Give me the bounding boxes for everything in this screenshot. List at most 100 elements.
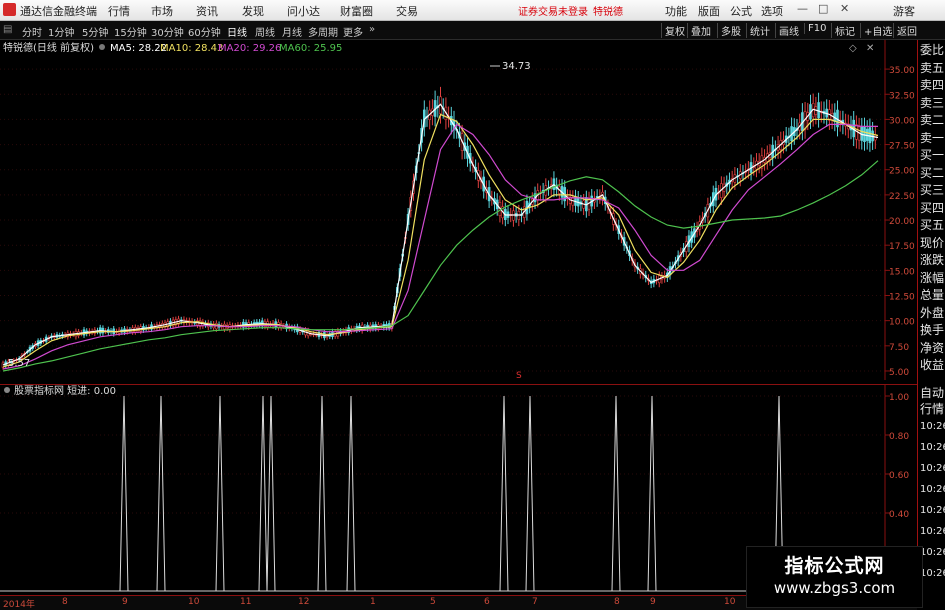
f10-button[interactable]: F10 bbox=[804, 23, 829, 34]
candle-body bbox=[863, 126, 866, 143]
trade-time: 10:26 bbox=[920, 547, 945, 558]
period-tab-daily[interactable]: 日线 bbox=[227, 24, 247, 39]
legend-settings-icon[interactable] bbox=[99, 44, 105, 50]
login-notice[interactable]: 证券交易未登录 bbox=[518, 3, 588, 18]
watermark-title: 指标公式网 bbox=[784, 555, 885, 577]
price-axis-tick: 35.00 bbox=[889, 66, 915, 76]
period-tab-more[interactable]: 更多 bbox=[343, 24, 363, 39]
indicator-axis-tick: 1.00 bbox=[889, 393, 909, 403]
app-title: 通达信金融终端 bbox=[20, 5, 97, 18]
side-label: 卖一 bbox=[920, 130, 945, 145]
menu-item-discover[interactable]: 发现 bbox=[242, 3, 264, 19]
back-button[interactable]: 返回 bbox=[893, 23, 920, 38]
trade-time: 10:26 bbox=[920, 526, 945, 537]
chevron-down-icon[interactable]: » bbox=[369, 24, 375, 35]
chart-legend-name: 特锐德(日线 前复权) bbox=[3, 41, 94, 54]
watermark-url: www.zbgs3.com bbox=[773, 579, 896, 597]
period-tab-60min[interactable]: 60分钟 bbox=[188, 24, 221, 39]
mark-button[interactable]: 标记 bbox=[831, 23, 858, 38]
ma10-label: MA10: 28.43 bbox=[160, 43, 223, 54]
side-tab[interactable]: 自动 bbox=[920, 385, 945, 401]
side-label: 现价 bbox=[920, 235, 945, 250]
price-axis-tick: 30.00 bbox=[889, 116, 915, 126]
chart-diamond-icon[interactable]: ◇ bbox=[849, 43, 857, 54]
period-tab-intraday[interactable]: 分时 bbox=[22, 24, 42, 39]
close-icon[interactable]: ✕ bbox=[840, 2, 849, 15]
side-label: 买一 bbox=[920, 148, 945, 162]
date-axis-label: 11 bbox=[240, 597, 252, 607]
indicator-settings-icon[interactable] bbox=[4, 387, 10, 393]
minimize-icon[interactable]: — bbox=[797, 2, 808, 15]
period-tab-1min[interactable]: 1分钟 bbox=[48, 24, 74, 39]
indicator-axis-tick: 0.80 bbox=[889, 432, 909, 442]
price-axis-tick: 20.00 bbox=[889, 217, 915, 227]
side-tab[interactable]: 行情 bbox=[920, 401, 945, 417]
side-label: 涨幅 bbox=[920, 270, 945, 285]
side-label: 卖五 bbox=[920, 60, 945, 75]
menu-item-news[interactable]: 资讯 bbox=[196, 3, 218, 19]
side-label: 换手 bbox=[920, 323, 945, 337]
date-axis-label: 10 bbox=[188, 597, 200, 607]
statistics-button[interactable]: 统计 bbox=[746, 23, 773, 38]
menu-item-trade[interactable]: 交易 bbox=[396, 3, 418, 19]
side-label: 外盘 bbox=[920, 305, 945, 320]
date-axis-label: 9 bbox=[122, 597, 128, 607]
sell-signal-marker: S bbox=[516, 371, 522, 380]
date-axis-label: 12 bbox=[298, 597, 310, 607]
period-tab-30min[interactable]: 30分钟 bbox=[151, 24, 184, 39]
multi-stock-button[interactable]: 多股 bbox=[717, 23, 744, 38]
menu-item-ask[interactable]: 问小达 bbox=[287, 3, 320, 19]
chart-close-icon[interactable]: ✕ bbox=[866, 43, 874, 54]
draw-line-button[interactable]: 画线 bbox=[775, 23, 802, 38]
side-label: 委比 bbox=[920, 43, 945, 57]
menu-item-wealth[interactable]: 财富圈 bbox=[340, 3, 373, 19]
price-axis-tick: 32.50 bbox=[889, 91, 915, 101]
side-label: 买三 bbox=[920, 183, 945, 197]
price-axis-tick: 27.50 bbox=[889, 142, 915, 152]
date-axis-label: 6 bbox=[484, 597, 490, 607]
price-axis-tick: 12.50 bbox=[889, 293, 915, 303]
trade-time: 10:26 bbox=[920, 568, 945, 579]
side-label: 买四 bbox=[920, 200, 945, 215]
toolbar-menu-icon[interactable]: ▤ bbox=[3, 24, 12, 35]
price-axis-tick: 15.00 bbox=[889, 267, 915, 277]
period-tab-5min[interactable]: 5分钟 bbox=[82, 24, 108, 39]
ma5-label: MA5: 28.22 bbox=[110, 43, 167, 54]
trade-time: 10:26 bbox=[920, 463, 945, 474]
side-label: 涨跌 bbox=[920, 253, 945, 267]
price-axis-tick: 7.50 bbox=[889, 343, 909, 353]
menu-item-layout[interactable]: 版面 bbox=[698, 3, 720, 19]
period-tab-15min[interactable]: 15分钟 bbox=[114, 24, 147, 39]
menu-item-formula[interactable]: 公式 bbox=[730, 3, 752, 19]
menu-bar: 通达信金融终端 行情 市场 资讯 发现 问小达 财富圈 交易 证券交易未登录 特… bbox=[0, 0, 945, 21]
indicator-legend: 股票指标网 短进: 0.00 bbox=[14, 384, 116, 397]
menu-item-function[interactable]: 功能 bbox=[665, 3, 687, 19]
guest-label[interactable]: 游客 bbox=[893, 3, 915, 19]
price-axis-tick: 17.50 bbox=[889, 242, 915, 252]
side-label: 卖二 bbox=[920, 113, 945, 127]
menu-item-quotes[interactable]: 行情 bbox=[108, 3, 130, 19]
overlay-button[interactable]: 叠加 bbox=[687, 23, 714, 38]
main-price-chart[interactable]: 35.00 32.50 30.00 27.50 25.00 22.50 20.00 17.50… bbox=[0, 40, 917, 380]
indicator-axis-tick: 0.60 bbox=[889, 471, 909, 481]
trade-time: 10:26 bbox=[920, 484, 945, 495]
side-label: 总量 bbox=[920, 288, 945, 302]
period-tab-multi[interactable]: 多周期 bbox=[308, 24, 338, 39]
trade-time: 10:26 bbox=[920, 442, 945, 453]
period-tab-monthly[interactable]: 月线 bbox=[282, 24, 302, 39]
add-watchlist-button[interactable]: +自选 bbox=[860, 23, 895, 38]
app-logo-icon bbox=[3, 3, 16, 16]
price-axis-tick: 10.00 bbox=[889, 318, 915, 328]
date-axis-label: 7 bbox=[532, 597, 538, 607]
menu-item-market[interactable]: 市场 bbox=[151, 3, 173, 19]
date-axis-label: 8 bbox=[614, 597, 620, 607]
menu-item-options[interactable]: 选项 bbox=[761, 3, 783, 19]
maximize-icon[interactable]: □ bbox=[818, 2, 828, 15]
restore-right-button[interactable]: 复权 bbox=[661, 23, 688, 38]
period-tab-weekly[interactable]: 周线 bbox=[255, 24, 275, 39]
side-label: 买五 bbox=[920, 218, 945, 232]
period-toolbar: ▤ 分时 1分钟 5分钟 15分钟 30分钟 60分钟 日线 周线 月线 多周期… bbox=[0, 21, 945, 40]
current-stock-name: 特锐德 bbox=[593, 7, 623, 18]
date-axis-label: 10 bbox=[724, 597, 736, 607]
side-label: 买二 bbox=[920, 165, 945, 180]
